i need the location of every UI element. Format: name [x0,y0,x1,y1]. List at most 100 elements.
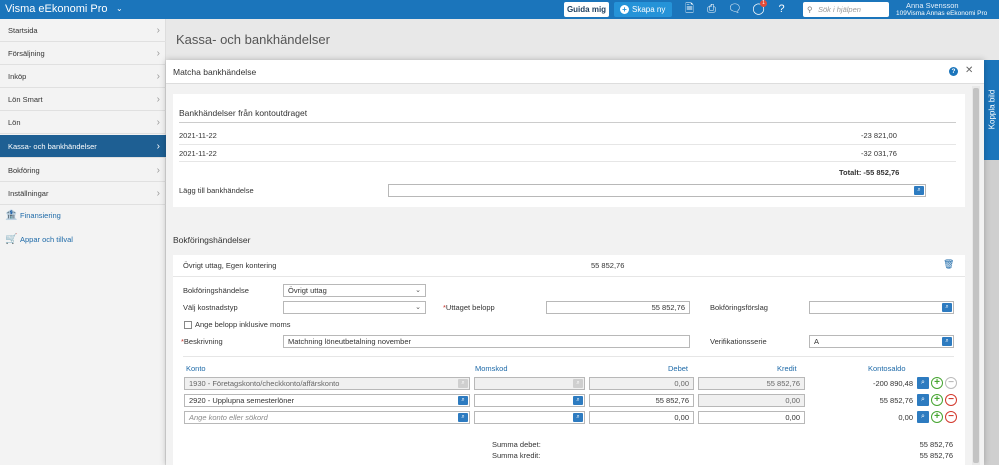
remove-row-icon[interactable]: − [945,394,957,406]
sidebar-link-appar[interactable]: 🛒 Appar och tillval [5,232,73,248]
help-icon[interactable]: ? [949,67,958,76]
close-icon[interactable]: ✕ [965,65,973,76]
remove-row-icon[interactable]: − [945,411,957,423]
chevron-right-icon: › [156,48,160,59]
bokforingsforslag-input[interactable]: ⌕ [809,301,954,314]
verifikationsserie-value: A [814,337,820,346]
divider [179,144,956,145]
sidebar-item-label: Inställningar [8,189,49,198]
inkl-moms-checkbox[interactable] [184,321,192,329]
summa-kredit-value: 55 852,76 [919,451,953,460]
add-row-icon[interactable]: + [931,394,943,406]
scroll-thumb[interactable] [973,88,979,463]
skapa-ny-label: Skapa ny [632,5,666,14]
konto-value: 1930 - Företagskonto/checkkonto/affärsko… [189,379,340,388]
momskod-input[interactable]: ⌕ [474,394,585,407]
document-icon[interactable]: ⌕ [917,377,929,389]
chevron-right-icon: › [156,94,160,105]
user-company[interactable]: 109Visma Annas eEkonomi Pro [896,10,987,17]
beskrivning-input[interactable]: Matchning löneutbetalning november [283,335,690,348]
bank-icon: 🏦 [5,210,18,221]
help-search-input[interactable]: ⚲ Sök i hjälpen [803,2,889,17]
chevron-right-icon: › [156,25,160,36]
top-bar: Visma eEkonomi Pro ⌄ Guida mig + Skapa ny… [0,0,999,19]
user-name[interactable]: Anna Svensson [906,1,959,10]
search-doc-icon: ⌕ [573,379,583,388]
uttaget-belopp-input[interactable]: 55 852,76 [546,301,690,314]
add-row-icon[interactable]: + [931,377,943,389]
bank-row-amount: -23 821,00 [861,131,897,140]
help-search-placeholder: Sök i hjälpen [818,5,861,14]
debet-input[interactable]: 55 852,76 [589,394,694,407]
search-doc-icon[interactable]: ⌕ [458,396,468,405]
sidebar-item-inkop[interactable]: Inköp › [0,65,166,88]
skapa-ny-button[interactable]: + Skapa ny [614,2,672,17]
document-icon[interactable]: ⌕ [917,394,929,406]
brand-name[interactable]: Visma eEkonomi Pro [5,3,108,15]
search-doc-icon[interactable]: ⌕ [573,413,583,422]
basket-icon: 🛒 [5,234,18,245]
modal-scrollbar[interactable] [972,86,980,465]
sidebar-link-finansiering[interactable]: 🏦 Finansiering [5,208,61,224]
uttaget-belopp-text: Uttaget belopp [445,303,495,312]
guida-mig-button[interactable]: Guida mig [564,2,609,17]
bank-total: Totalt: -55 852,76 [839,168,900,177]
col-kredit: Kredit [777,364,797,373]
chevron-right-icon: › [156,117,160,128]
sidebar-item-kassa-bank[interactable]: Kassa- och bankhändelser › [0,135,166,158]
add-row-icon[interactable]: + [931,411,943,423]
booking-section-title: Bokföringshändelser [173,235,251,245]
document-icon[interactable]: ⌕ [917,411,929,423]
search-doc-icon[interactable]: ⌕ [942,303,952,312]
debet-input[interactable]: 0,00 [589,411,694,424]
verifikationsserie-input[interactable]: A ⌕ [809,335,954,348]
sidebar-item-label: Lön Smart [8,95,43,104]
konto-input[interactable]: Ange konto eller sökord ⌕ [184,411,470,424]
booking-summary-label: Övrigt uttag, Egen kontering [183,261,277,270]
kredit-input[interactable]: 0,00 [698,411,805,424]
search-doc-icon[interactable]: ⌕ [573,396,583,405]
chevron-right-icon: › [156,165,160,176]
koppla-bild-tab[interactable]: Koppla bild [984,60,999,160]
add-bank-event-label: Lägg till bankhändelse [179,186,254,195]
chevron-down-icon[interactable]: ⌄ [116,4,123,13]
trash-icon[interactable]: 🗑 [943,259,954,270]
plus-icon: + [620,5,629,14]
konto-placeholder: Ange konto eller sökord [189,413,268,422]
kostnadstyp-label: Välj kostnadstyp [183,303,238,312]
chevron-down-icon: ⌄ [415,304,421,311]
search-doc-icon[interactable]: ⌕ [458,413,468,422]
konto-input[interactable]: 2920 - Upplupna semesterlöner ⌕ [184,394,470,407]
help-icon[interactable]: ? [775,3,788,16]
beskrivning-text: Beskrivning [183,337,223,346]
modal-title: Matcha bankhändelse [173,67,257,77]
bokforingshandelse-select[interactable]: Övrigt uttag ⌄ [283,284,426,297]
chevron-right-icon: › [156,71,160,82]
kredit-input[interactable]: 0,00 [698,394,805,407]
search-doc-icon[interactable]: ⌕ [942,337,952,346]
chevron-right-icon: › [156,188,160,199]
sidebar-item-lon[interactable]: Lön › [0,111,166,134]
sidebar-item-startsida[interactable]: Startsida › [0,19,166,42]
bokforingshandelse-value: Övrigt uttag [288,286,327,295]
beskrivning-label: *Beskrivning [181,337,223,346]
momskod-input[interactable]: ⌕ [474,411,585,424]
document-search-icon[interactable]: 🗎 [683,3,696,16]
add-bank-event-input[interactable]: ⌕ [388,184,926,197]
sidebar-item-label: Inköp [8,72,27,81]
sidebar: Startsida › Försäljning › Inköp › Lön Smart… [0,19,166,465]
bank-section-title: Bankhändelser från kontoutdraget [179,108,308,118]
chat-icon[interactable]: 🗨 [728,3,742,16]
print-icon[interactable]: ⎙ [705,3,718,16]
sidebar-item-forsaljning[interactable]: Försäljning › [0,42,166,65]
col-debet: Debet [668,364,689,373]
kostnadstyp-select[interactable]: ⌄ [283,301,426,314]
sidebar-item-installningar[interactable]: Inställningar › [0,182,166,205]
sidebar-item-lon-smart[interactable]: Lön Smart › [0,88,166,111]
sidebar-item-bokforing[interactable]: Bokföring › [0,159,166,182]
search-doc-icon[interactable]: ⌕ [914,186,924,195]
background-strip [984,160,999,465]
kontosaldo-value: -200 890,48 [872,379,913,388]
sidebar-item-label: Bokföring [8,166,40,175]
matcha-bankhandelse-modal: Matcha bankhändelse ? ✕ Bankhändelser fr… [166,60,984,465]
